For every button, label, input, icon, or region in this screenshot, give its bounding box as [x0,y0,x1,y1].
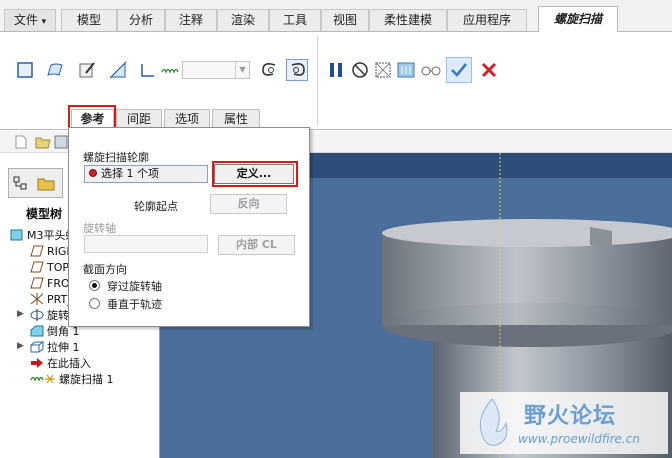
new-file-icon[interactable] [14,135,28,152]
chevron-down-icon: ▾ [41,17,47,27]
right-handed-icon[interactable] [286,59,308,81]
reverse-button[interactable]: 反向 [210,194,287,214]
accept-icon[interactable] [446,57,472,83]
tab-flexible-modeling[interactable]: 柔性建模 [369,9,447,31]
flame-logo-icon [479,398,508,446]
folder-browser-icon[interactable] [37,174,55,195]
watermark-url: www.proewildfire.cn [518,432,640,446]
tab-view[interactable]: 视图 [321,9,369,31]
watermark: 野火论坛 www.proewildfire.cn [460,392,668,454]
tree-item-extrude[interactable]: 拉伸 1 [30,340,80,356]
open-folder-icon[interactable] [35,135,51,152]
tree-item-insert-here[interactable]: 在此插入 [30,356,91,372]
ribbon-divider [317,36,318,126]
tab-applications[interactable]: 应用程序 [447,9,527,31]
pause-icon[interactable] [325,59,347,81]
tab-annotate[interactable]: 注释 [165,9,217,31]
menu-bar: 文件 ▾ 模型 分析 注释 渲染 工具 视图 柔性建模 应用程序 螺旋扫描 [0,0,672,33]
tab-model[interactable]: 模型 [61,9,117,31]
status-dot-icon [89,169,97,177]
profile-collector[interactable]: 选择 1 个项 [84,165,208,183]
subtab-pitch[interactable]: 间距 [116,109,162,129]
tree-item-root[interactable]: M3平头螺 [10,228,77,244]
axis-label: 旋转轴 [83,222,116,235]
tree-item-revolve[interactable]: 旋转 [30,308,69,324]
tab-render[interactable]: 渲染 [217,9,269,31]
verify-mode-icon[interactable] [395,59,417,81]
internal-cl-button[interactable]: 内部 CL [218,235,295,255]
helical-sweep-icon [30,373,56,385]
cancel-icon[interactable] [478,59,500,81]
tree-item-csys[interactable]: PRT_ [30,292,73,308]
csys-icon [30,293,44,305]
glasses-icon[interactable] [420,59,442,81]
radio-normal-to-trajectory[interactable] [89,298,100,309]
datum-plane-icon [30,245,44,257]
watermark-title: 野火论坛 [524,404,617,429]
surface-icon[interactable] [44,59,66,81]
expand-icon[interactable]: ▶ [17,309,24,319]
highlight-define-button [212,161,298,187]
tab-helical-sweep[interactable]: 螺旋扫描 [538,6,618,33]
chamfer-icon [30,325,44,337]
navigator-tabs [8,168,63,198]
tree-item-helical-sweep[interactable]: 螺旋扫描 1 [30,372,114,388]
datum-plane-icon [30,277,44,289]
chevron-down-icon[interactable]: ▼ [235,62,249,78]
pitch-icon[interactable] [160,59,180,81]
subtab-properties[interactable]: 属性 [212,109,260,129]
section-orientation-label: 截面方向 [83,263,127,276]
left-handed-icon[interactable] [258,59,280,81]
part-icon [10,229,24,241]
sketch-edit-icon[interactable] [76,59,98,81]
tree-item-top[interactable]: TOP [30,260,69,276]
preview-wireframe-icon[interactable] [372,59,394,81]
tab-analysis[interactable]: 分析 [117,9,165,31]
model-tree-title: 模型树 [26,207,63,221]
axis-collector[interactable] [84,235,208,253]
datum-plane-icon [30,261,44,273]
no-preview-icon[interactable] [349,59,371,81]
insert-here-icon [30,357,44,369]
radio-normal-to-trajectory-label: 垂直于轨迹 [107,298,162,311]
expand-icon[interactable]: ▶ [17,341,24,351]
pitch-value-dropdown[interactable]: ▼ [182,61,250,79]
tab-tools[interactable]: 工具 [269,9,321,31]
thicken-icon[interactable] [137,59,159,81]
ribbon: ▼ 参考 间距 选项 属性 [0,32,672,132]
start-point-label: 轮廓起点 [134,200,178,213]
model-tree-tab-icon[interactable] [13,176,27,193]
save-icon[interactable] [54,135,68,152]
solid-icon[interactable] [14,59,36,81]
radio-through-axis[interactable] [89,280,100,291]
subtab-options[interactable]: 选项 [164,109,210,129]
radio-through-axis-label: 穿过旋转轴 [107,280,162,293]
profile-label: 螺旋扫描轮廓 [83,151,149,164]
references-panel: 螺旋扫描轮廓 选择 1 个项 定义... 轮廓起点 反向 旋转轴 内部 CL 截… [68,127,310,327]
revolve-icon [30,309,44,321]
extrude-icon [30,341,45,353]
remove-material-icon[interactable] [107,59,129,81]
tab-file[interactable]: 文件 ▾ [4,9,56,31]
